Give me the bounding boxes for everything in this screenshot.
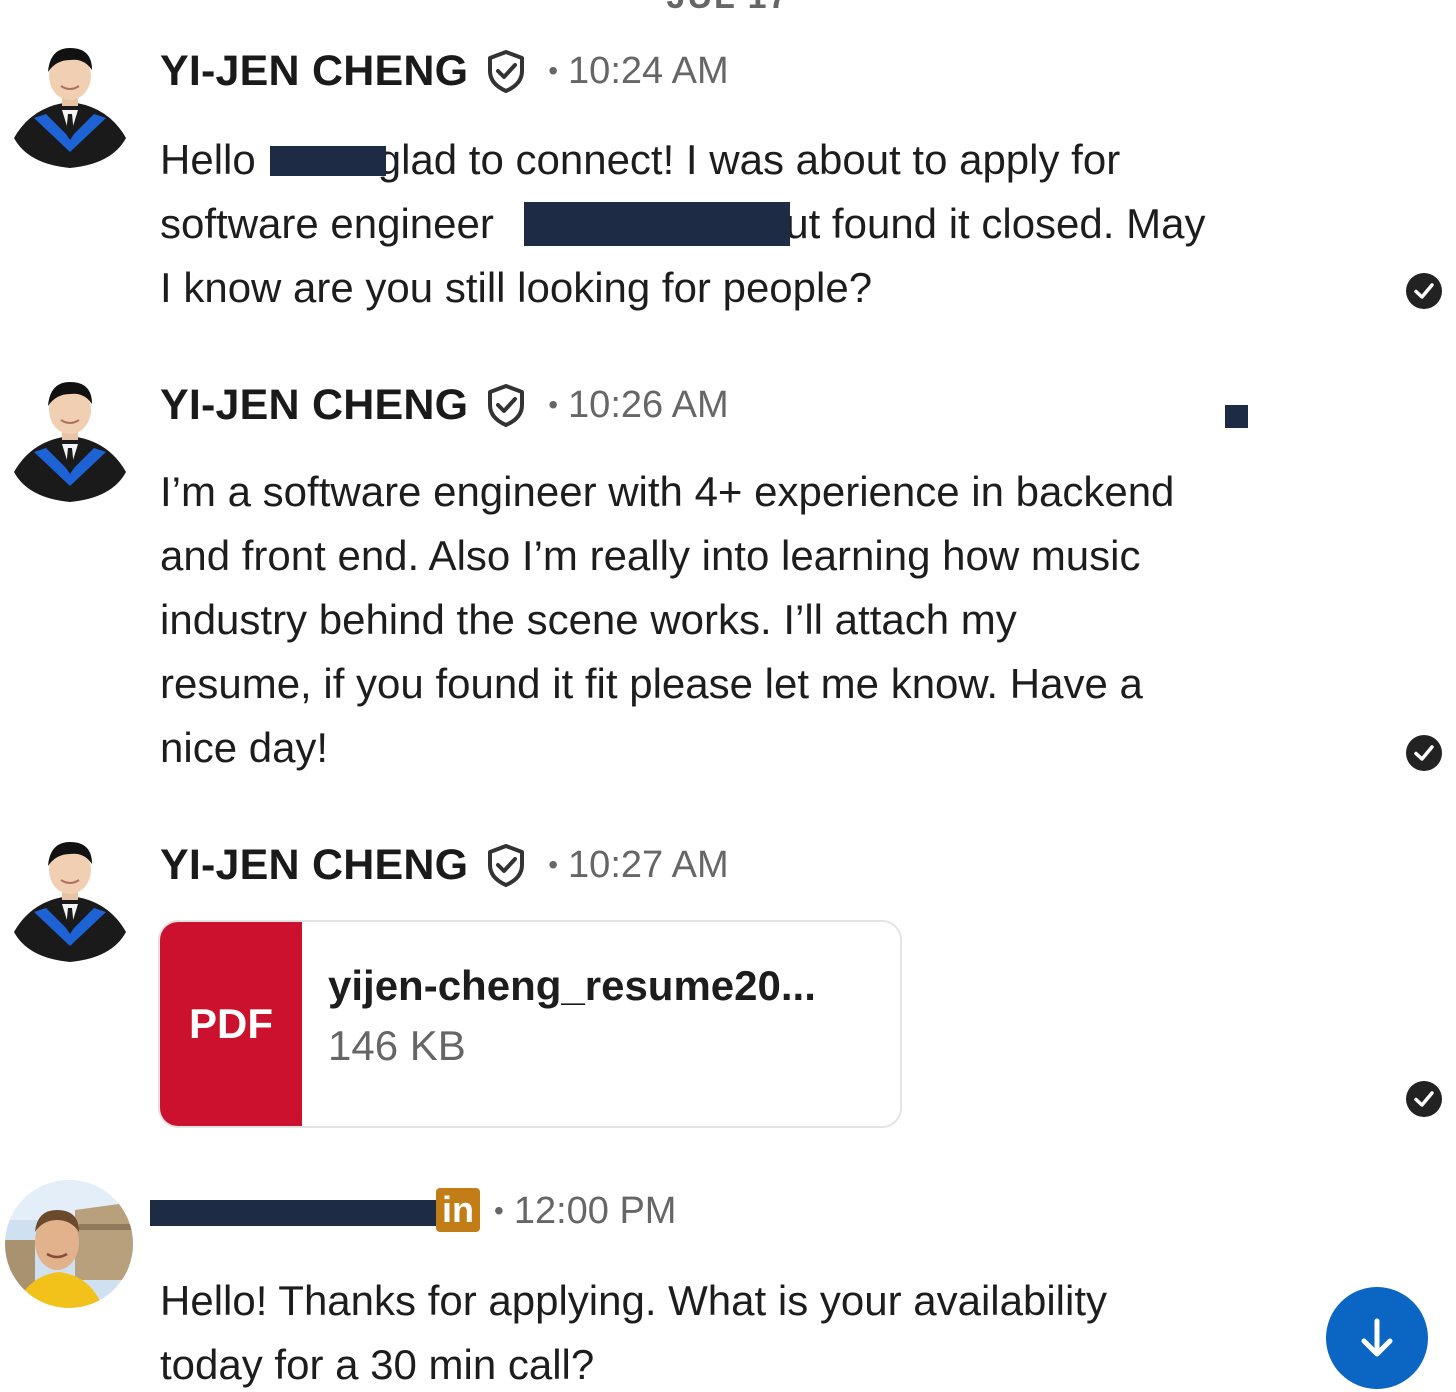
message-header: YI-JEN CHENG • 10:26 AM	[160, 380, 729, 430]
message-line: I know are you still looking for people?	[160, 264, 873, 311]
scroll-to-bottom-button[interactable]	[1326, 1287, 1428, 1389]
sender-avatar[interactable]	[5, 1180, 133, 1308]
verified-shield-icon	[488, 844, 525, 887]
message-line: Hello! Thanks for applying. What is your…	[160, 1277, 1107, 1324]
message-header: YI-JEN CHENG • 10:24 AM	[160, 46, 729, 96]
message-header: YI-JEN CHENG • 10:27 AM	[160, 840, 729, 890]
graduate-avatar-icon	[14, 382, 126, 502]
message-time: 12:00 PM	[513, 1189, 677, 1232]
redaction-block	[524, 202, 790, 246]
message-time: 10:26 AM	[568, 383, 729, 426]
message-line: resume, if you found it fit please let m…	[160, 660, 1143, 707]
graduate-avatar-icon	[14, 842, 126, 962]
separator-dot: •	[548, 849, 559, 880]
message-line: I’m a software engineer with 4+ experien…	[160, 468, 1175, 515]
linkedin-badge-icon: in	[436, 1188, 480, 1232]
message-line: today for a 30 min call?	[160, 1341, 595, 1388]
verified-shield-icon	[488, 50, 525, 93]
profile-photo-icon	[5, 1180, 133, 1308]
sender-avatar[interactable]	[12, 40, 128, 170]
sender-name[interactable]: YI-JEN CHENG	[160, 47, 468, 96]
arrow-down-icon	[1361, 1318, 1393, 1357]
sender-avatar[interactable]	[12, 834, 128, 964]
graduate-avatar-icon	[14, 48, 126, 168]
separator-dot: •	[494, 1195, 504, 1226]
sender-name[interactable]: YI-JEN CHENG	[160, 381, 468, 430]
message-line: and front end. Also I’m really into lear…	[160, 532, 1141, 579]
file-attachment-card[interactable]: PDF yijen-cheng_resume20... 146 KB	[158, 920, 902, 1128]
message-line: industry behind the scene works. I’ll at…	[160, 596, 1017, 643]
redaction-block	[270, 146, 386, 176]
check-circle-icon	[1406, 735, 1442, 771]
sender-name[interactable]: YI-JEN CHENG	[160, 841, 468, 890]
verified-shield-icon	[488, 384, 525, 427]
file-name[interactable]: yijen-cheng_resume20...	[328, 962, 816, 1010]
message-time: 10:24 AM	[568, 49, 729, 92]
message-text: I’m a software engineer with 4+ experien…	[160, 460, 1300, 780]
message-text: Hello! Thanks for applying. What is your…	[160, 1269, 1300, 1392]
separator-dot: •	[548, 389, 559, 420]
file-info: yijen-cheng_resume20... 146 KB	[302, 922, 816, 1126]
file-size: 146 KB	[328, 1022, 466, 1069]
message-time: 10:27 AM	[568, 843, 729, 886]
separator-dot: •	[548, 55, 559, 86]
date-divider: JUL 17	[0, 0, 1456, 17]
redaction-block	[1225, 405, 1248, 428]
message-line: nice day!	[160, 724, 329, 771]
file-type-label: PDF	[189, 1000, 273, 1047]
check-circle-icon	[1406, 273, 1442, 309]
redaction-block	[150, 1200, 450, 1226]
pdf-file-icon: PDF	[160, 922, 302, 1126]
message-header: • 12:00 PM	[494, 1186, 676, 1236]
check-circle-icon	[1406, 1081, 1442, 1117]
sender-avatar[interactable]	[12, 374, 128, 504]
